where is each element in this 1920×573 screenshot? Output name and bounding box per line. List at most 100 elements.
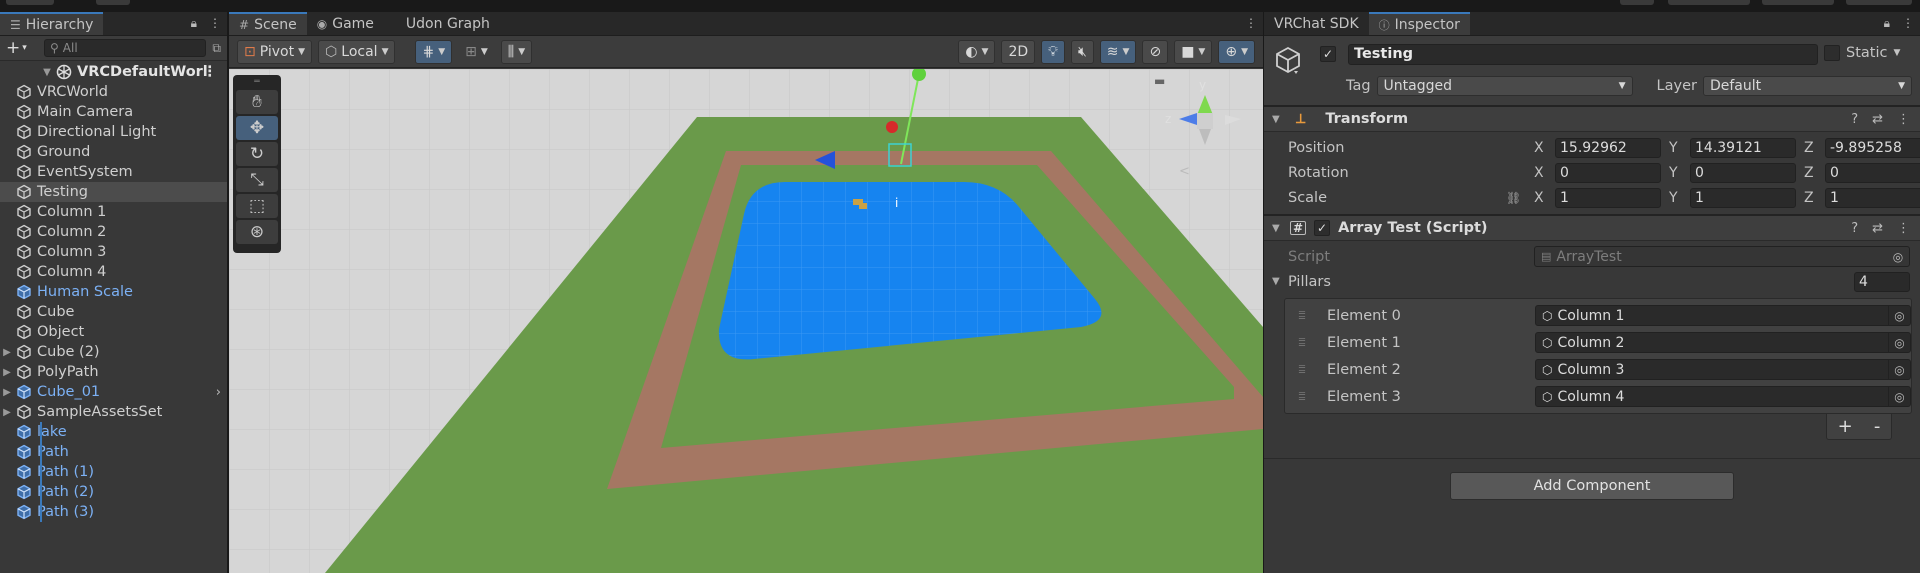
- lighting-toggle[interactable]: 💡︎: [1041, 40, 1065, 64]
- hierarchy-item[interactable]: Column 4: [0, 262, 227, 282]
- hierarchy-item[interactable]: VRCWorld: [0, 82, 227, 102]
- preset-icon[interactable]: ⇄: [1872, 221, 1883, 236]
- hierarchy-item[interactable]: Cube: [0, 302, 227, 322]
- rotation-z-field[interactable]: 0: [1825, 162, 1920, 183]
- help-icon[interactable]: ?: [1851, 112, 1858, 127]
- hierarchy-item[interactable]: Column 2: [0, 222, 227, 242]
- hierarchy-item[interactable]: Ground: [0, 142, 227, 162]
- fold-arrow-icon[interactable]: ▼: [1272, 114, 1282, 125]
- position-z-field[interactable]: -9.895258: [1825, 137, 1920, 158]
- hierarchy-item[interactable]: ▶ Cube (2): [0, 342, 227, 362]
- hierarchy-item[interactable]: Column 1: [0, 202, 227, 222]
- more-icon[interactable]: ⋮: [1902, 16, 1914, 31]
- remove-element-button[interactable]: -: [1874, 416, 1881, 437]
- preset-icon[interactable]: ⇄: [1872, 112, 1883, 127]
- tab-hierarchy[interactable]: ☰ Hierarchy: [0, 12, 104, 35]
- array-size-field[interactable]: 4: [1854, 271, 1910, 292]
- hierarchy-item[interactable]: ▶ SampleAssetsSet: [0, 402, 227, 422]
- local-dropdown[interactable]: ⬡ Local ▼: [318, 39, 396, 64]
- object-picker-icon[interactable]: ◎: [1888, 306, 1910, 325]
- fold-arrow-icon[interactable]: ▼: [1272, 276, 1288, 287]
- more-icon[interactable]: ⋮: [1897, 112, 1910, 127]
- collapse-arrow-icon[interactable]: ▼: [40, 67, 54, 78]
- camera-dropdown[interactable]: ■ ▼: [1174, 40, 1213, 64]
- element-object-field[interactable]: ⬡ Column 3 ◎: [1535, 359, 1911, 380]
- element-object-field[interactable]: ⬡ Column 4 ◎: [1535, 386, 1911, 407]
- expand-arrow-icon[interactable]: ▶: [0, 407, 14, 418]
- scene-viewport[interactable]: i ▬ y z < ═ ✋︎ ✥ ↻ ⤡ ⬚ ⊛: [229, 69, 1263, 573]
- scene-menu-icon[interactable]: ▬: [1154, 74, 1165, 88]
- tab-scene[interactable]: # Scene: [229, 12, 307, 35]
- help-icon[interactable]: ?: [1851, 221, 1858, 236]
- scene-root-row[interactable]: ▼ VRCDefaultWorl ⋮: [0, 62, 227, 82]
- script-component-header[interactable]: ▼ # ✓ Array Test (Script) ? ⇄ ⋮: [1264, 215, 1920, 241]
- static-checkbox[interactable]: [1824, 45, 1840, 61]
- more-icon[interactable]: ⋮: [203, 64, 218, 80]
- hierarchy-item[interactable]: Testing: [0, 182, 227, 202]
- chevron-down-icon[interactable]: ▼: [1893, 48, 1900, 58]
- script-enabled-checkbox[interactable]: ✓: [1314, 220, 1331, 236]
- audio-toggle[interactable]: 🔇︎: [1070, 40, 1094, 64]
- hierarchy-item[interactable]: EventSystem: [0, 162, 227, 182]
- hierarchy-item[interactable]: Path (1): [0, 462, 227, 482]
- transform-tool-button[interactable]: ⊛: [236, 220, 278, 244]
- constrain-proportions-icon[interactable]: ⛓︎: [1506, 191, 1521, 205]
- object-picker-icon[interactable]: ◎: [1888, 333, 1910, 352]
- add-component-button[interactable]: Add Component: [1450, 472, 1734, 500]
- hierarchy-item[interactable]: Human Scale: [0, 282, 227, 302]
- expand-arrow-icon[interactable]: ▶: [0, 347, 14, 358]
- hierarchy-item[interactable]: ▶ Cube_01 ›: [0, 382, 227, 402]
- move-tool-button[interactable]: ✥: [236, 116, 278, 140]
- drag-handle-icon[interactable]: ═ ═: [1285, 389, 1319, 404]
- object-picker-icon[interactable]: ◎: [1888, 387, 1910, 406]
- scale-tool-button[interactable]: ⤡: [236, 168, 278, 192]
- hierarchy-item[interactable]: lake: [0, 422, 227, 442]
- drag-handle-icon[interactable]: ═: [236, 78, 278, 88]
- hand-tool-button[interactable]: ✋︎: [236, 90, 278, 114]
- more-icon[interactable]: ⋮: [1245, 16, 1257, 30]
- scale-x-field[interactable]: 1: [1555, 187, 1661, 208]
- pivot-dropdown[interactable]: ⊡ Pivot ▼: [237, 39, 313, 64]
- tab-inspector[interactable]: ⓘ Inspector: [1368, 12, 1470, 35]
- create-button[interactable]: + ▾: [6, 38, 38, 58]
- hierarchy-item[interactable]: Path (3): [0, 502, 227, 522]
- gameobject-cube-icon[interactable]: [1272, 42, 1304, 78]
- grid-snap-button[interactable]: ⋕ ▼: [415, 39, 453, 64]
- add-element-button[interactable]: +: [1838, 416, 1853, 437]
- perspective-toggle[interactable]: <: [1179, 164, 1190, 179]
- element-object-field[interactable]: ⬡ Column 2 ◎: [1535, 332, 1911, 353]
- draw-mode-dropdown[interactable]: ◐ ▼: [958, 40, 996, 64]
- scale-z-field[interactable]: 1: [1825, 187, 1920, 208]
- fold-arrow-icon[interactable]: ▼: [1272, 223, 1282, 234]
- position-x-field[interactable]: 15.92962: [1555, 137, 1661, 158]
- hierarchy-item[interactable]: Object: [0, 322, 227, 342]
- active-checkbox[interactable]: ✓: [1320, 46, 1336, 62]
- hierarchy-item[interactable]: Path (2): [0, 482, 227, 502]
- drag-handle-icon[interactable]: ═ ═: [1285, 335, 1319, 350]
- lock-icon[interactable]: 🔒︎: [1884, 16, 1890, 31]
- rotation-y-field[interactable]: 0: [1690, 162, 1796, 183]
- hierarchy-item[interactable]: Directional Light: [0, 122, 227, 142]
- rotate-tool-button[interactable]: ↻: [236, 142, 278, 166]
- drag-handle-icon[interactable]: ═ ═: [1285, 308, 1319, 323]
- object-name-field[interactable]: Testing: [1348, 44, 1818, 65]
- increment-snap-button[interactable]: ⫼ ▼: [500, 39, 533, 64]
- transform-component-header[interactable]: ▼ ⟂ Transform ? ⇄ ⋮: [1264, 106, 1920, 132]
- grid-toggle-button[interactable]: ⊞ ▼: [458, 39, 495, 64]
- rect-tool-button[interactable]: ⬚: [236, 194, 278, 218]
- position-y-field[interactable]: 14.39121: [1690, 137, 1796, 158]
- hidden-objects-toggle[interactable]: ⊘: [1142, 40, 1169, 64]
- scene-visibility-icon[interactable]: ⧉: [212, 41, 221, 56]
- object-picker-icon[interactable]: ◎: [1888, 360, 1910, 379]
- expand-arrow-icon[interactable]: ▶: [0, 367, 14, 378]
- hierarchy-search-input[interactable]: ⚲ All: [44, 39, 207, 57]
- open-prefab-icon[interactable]: ›: [216, 385, 221, 400]
- scale-y-field[interactable]: 1: [1690, 187, 1796, 208]
- hierarchy-item[interactable]: Column 3: [0, 242, 227, 262]
- rotation-x-field[interactable]: 0: [1555, 162, 1661, 183]
- gizmos-dropdown[interactable]: ⊕ ▼: [1218, 40, 1255, 64]
- toggle-2d-button[interactable]: 2D: [1001, 40, 1036, 64]
- tab-vrchat-sdk[interactable]: VRChat SDK: [1264, 12, 1369, 35]
- drag-handle-icon[interactable]: ═ ═: [1285, 362, 1319, 377]
- hierarchy-item[interactable]: Path: [0, 442, 227, 462]
